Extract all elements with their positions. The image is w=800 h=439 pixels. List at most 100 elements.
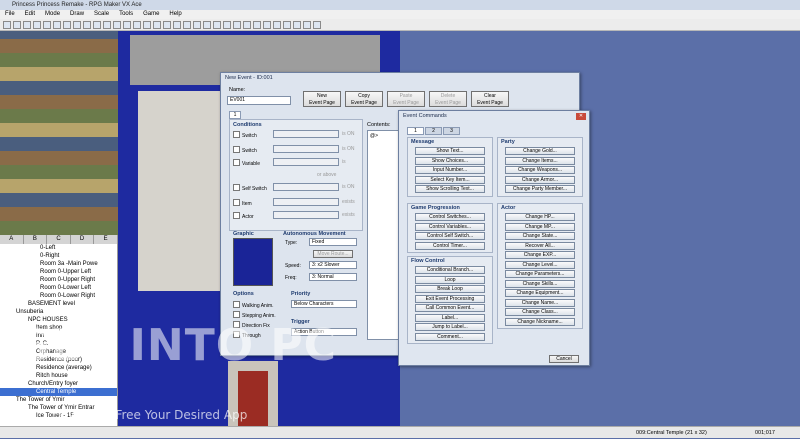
toolbar-tool-icon[interactable] <box>3 21 11 29</box>
command-exit-event-processing-button[interactable]: Exit Event Processing <box>415 294 485 303</box>
condition-actor-checkbox[interactable]: Actor <box>233 212 254 221</box>
map-tree-item[interactable]: Room 3a -Main Powe <box>0 260 117 268</box>
command-change-skills-button[interactable]: Change Skills... <box>505 279 575 288</box>
event-page-button[interactable]: Delete Event Page <box>429 91 467 107</box>
toolbar-tool-icon[interactable] <box>103 21 111 29</box>
toolbar-tool-icon[interactable] <box>283 21 291 29</box>
toolbar-tool-icon[interactable] <box>203 21 211 29</box>
command-jump-to-label-button[interactable]: Jump to Label... <box>415 323 485 331</box>
command-comment-button[interactable]: Comment... <box>415 332 485 341</box>
toolbar-tool-icon[interactable] <box>233 21 241 29</box>
command-conditional-branch-button[interactable]: Conditional Branch... <box>415 266 485 274</box>
priority-select[interactable]: Below Characters <box>291 300 357 308</box>
toolbar-tool-icon[interactable] <box>173 21 181 29</box>
toolbar-tool-icon[interactable] <box>63 21 71 29</box>
command-change-class-button[interactable]: Change Class... <box>505 308 575 316</box>
tileset-tab-c[interactable]: C <box>47 235 71 244</box>
map-tree-item[interactable]: Room 0-Upper Right <box>0 276 117 284</box>
condition-self-switch-checkbox[interactable]: Self Switch <box>233 184 267 193</box>
command-loop-button[interactable]: Loop <box>415 275 485 284</box>
toolbar-tool-icon[interactable] <box>243 21 251 29</box>
map-tree-item[interactable]: Unsuberia <box>0 308 117 316</box>
option-walking-anim-checkbox[interactable]: Walking Anim. <box>233 301 274 310</box>
toolbar-tool-icon[interactable] <box>183 21 191 29</box>
toolbar-tool-icon[interactable] <box>313 21 321 29</box>
menu-file[interactable]: File <box>0 10 20 19</box>
tileset-tab-d[interactable]: D <box>71 235 95 244</box>
command-control-switches-button[interactable]: Control Switches... <box>415 213 485 221</box>
event-commands-tab-2[interactable]: 2 <box>425 127 442 135</box>
toolbar-tool-icon[interactable] <box>293 21 301 29</box>
option-stepping-anim-checkbox[interactable]: Stepping Anim. <box>233 311 276 320</box>
condition-select[interactable] <box>273 183 339 191</box>
menu-help[interactable]: Help <box>164 10 186 19</box>
menu-edit[interactable]: Edit <box>20 10 40 19</box>
command-change-name-button[interactable]: Change Name... <box>505 298 575 307</box>
toolbar-tool-icon[interactable] <box>143 21 151 29</box>
command-call-common-event-button[interactable]: Call Common Event... <box>415 304 485 312</box>
event-name-field[interactable]: EV001 <box>227 96 291 105</box>
map-tree-item[interactable]: Room 0-Lower Left <box>0 284 117 292</box>
condition-select[interactable] <box>273 198 339 206</box>
condition-select[interactable] <box>273 130 339 138</box>
close-icon[interactable]: ✕ <box>576 113 586 120</box>
command-show-text-button[interactable]: Show Text... <box>415 147 485 155</box>
type-select[interactable]: Fixed <box>309 238 357 246</box>
command-change-mp-button[interactable]: Change MP... <box>505 222 575 231</box>
command-change-gold-button[interactable]: Change Gold... <box>505 147 575 155</box>
map-tree-item[interactable]: Church/Entry foyer <box>0 380 117 388</box>
tileset-tab-a[interactable]: A <box>0 235 24 244</box>
toolbar-tool-icon[interactable] <box>123 21 131 29</box>
map-tree-item[interactable]: Central Temple <box>0 388 117 396</box>
graphic-preview[interactable] <box>233 238 273 286</box>
toolbar-tool-icon[interactable] <box>73 21 81 29</box>
menu-scale[interactable]: Scale <box>89 10 114 19</box>
condition-select[interactable] <box>273 158 339 166</box>
toolbar-tool-icon[interactable] <box>133 21 141 29</box>
command-change-weapons-button[interactable]: Change Weapons... <box>505 166 575 174</box>
freq-select[interactable]: 3: Normal <box>309 273 357 281</box>
toolbar-tool-icon[interactable] <box>43 21 51 29</box>
event-commands-tab-3[interactable]: 3 <box>443 127 460 135</box>
command-show-choices-button[interactable]: Show Choices... <box>415 156 485 165</box>
condition-variable-checkbox[interactable]: Variable <box>233 159 260 168</box>
toolbar-tool-icon[interactable] <box>193 21 201 29</box>
toolbar-tool-icon[interactable] <box>13 21 21 29</box>
menu-tools[interactable]: Tools <box>114 10 138 19</box>
command-control-self-switch-button[interactable]: Control Self Switch... <box>415 232 485 240</box>
toolbar-tool-icon[interactable] <box>33 21 41 29</box>
command-change-exp-button[interactable]: Change EXP... <box>505 251 575 259</box>
event-page-button[interactable]: Paste Event Page <box>387 91 425 107</box>
event-page-button[interactable]: New Event Page <box>303 91 341 107</box>
command-show-scrolling-text-button[interactable]: Show Scrolling Text... <box>415 185 485 193</box>
toolbar-tool-icon[interactable] <box>303 21 311 29</box>
condition-switch-checkbox[interactable]: Switch <box>233 146 257 155</box>
tileset-palette[interactable] <box>0 31 118 235</box>
cancel-button[interactable]: Cancel <box>549 355 579 363</box>
map-tree-item[interactable]: Ritch house <box>0 372 117 380</box>
command-break-loop-button[interactable]: Break Loop <box>415 285 485 293</box>
command-change-parameters-button[interactable]: Change Parameters... <box>505 270 575 278</box>
move-route-button[interactable]: Move Route... <box>313 250 353 258</box>
toolbar-tool-icon[interactable] <box>263 21 271 29</box>
command-change-hp-button[interactable]: Change HP... <box>505 213 575 221</box>
command-recover-all-button[interactable]: Recover All... <box>505 241 575 250</box>
condition-switch-checkbox[interactable]: Switch <box>233 131 257 140</box>
toolbar-tool-icon[interactable] <box>223 21 231 29</box>
command-control-timer-button[interactable]: Control Timer... <box>415 241 485 250</box>
command-change-party-member-button[interactable]: Change Party Member... <box>505 185 575 193</box>
toolbar-tool-icon[interactable] <box>273 21 281 29</box>
map-tree-item[interactable]: The Tower of Ymir <box>0 396 117 404</box>
toolbar-tool-icon[interactable] <box>23 21 31 29</box>
toolbar-tool-icon[interactable] <box>53 21 61 29</box>
map-tree-item[interactable]: 0-Left <box>0 244 117 252</box>
menu-mode[interactable]: Mode <box>40 10 65 19</box>
map-tree-item[interactable]: 0-Right <box>0 252 117 260</box>
event-commands-tab-1[interactable]: 1 <box>407 127 424 135</box>
event-contents-list[interactable]: @> <box>367 130 401 340</box>
map-tree-item[interactable]: Room 0-Upper Left <box>0 268 117 276</box>
tileset-tab-e[interactable]: E <box>94 235 118 244</box>
command-select-key-item-button[interactable]: Select Key Item... <box>415 175 485 184</box>
toolbar-tool-icon[interactable] <box>253 21 261 29</box>
command-label-button[interactable]: Label... <box>415 313 485 322</box>
